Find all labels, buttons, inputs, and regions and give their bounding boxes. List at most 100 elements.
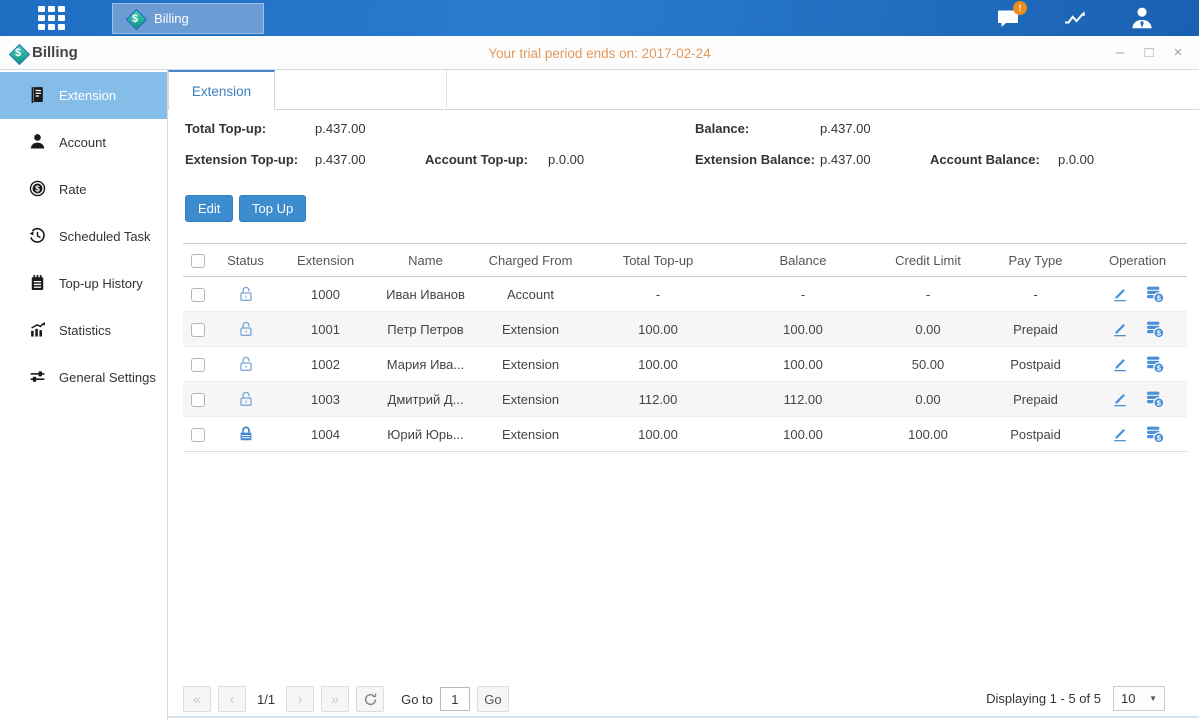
cell-charged-from: Extension xyxy=(478,347,583,382)
cell-charged-from: Account xyxy=(478,277,583,312)
col-pay-type: Pay Type xyxy=(983,244,1088,277)
apps-grid-icon[interactable] xyxy=(38,6,68,31)
user-account-icon[interactable] xyxy=(1125,4,1159,32)
cell-pay-type: - xyxy=(983,277,1088,312)
top-up-row-icon[interactable]: $ xyxy=(1145,284,1165,304)
displaying-label: Displaying 1 - 5 of 5 xyxy=(986,691,1101,706)
top-navigation-bar: $ Billing ! xyxy=(0,0,1199,36)
billing-app-window: $ Billing ! $ Billing Your trial period … xyxy=(0,0,1199,720)
cell-balance: 112.00 xyxy=(733,382,873,417)
cell-charged-from: Extension xyxy=(478,417,583,452)
window-title-bar: $ Billing Your trial period ends on: 201… xyxy=(0,36,1199,70)
top-up-row-icon[interactable]: $ xyxy=(1145,319,1165,339)
cell-credit-limit: 0.00 xyxy=(873,312,983,347)
sidebar-item-extension[interactable]: Extension xyxy=(0,72,167,119)
cell-pay-type: Prepaid xyxy=(983,312,1088,347)
taskbar-tab-billing[interactable]: $ Billing xyxy=(112,3,264,34)
edit-button[interactable]: Edit xyxy=(185,195,233,222)
cell-extension: 1000 xyxy=(278,277,373,312)
extension-topup-value: p.437.00 xyxy=(315,152,366,167)
tab-strip: Extension xyxy=(168,70,1199,110)
cell-total-topup: 100.00 xyxy=(583,312,733,347)
minimize-button[interactable]: – xyxy=(1113,43,1127,63)
sidebar-item-rate[interactable]: $ Rate xyxy=(0,166,167,213)
cell-total-topup: - xyxy=(583,277,733,312)
edit-row-icon[interactable] xyxy=(1111,390,1129,408)
lock-closed-icon[interactable] xyxy=(237,425,255,443)
select-all-checkbox[interactable] xyxy=(191,254,205,268)
extension-table-body: 1000 Иван Иванов Account - - - - $ xyxy=(183,277,1187,452)
cell-credit-limit: 0.00 xyxy=(873,382,983,417)
sidebar-item-general-settings[interactable]: General Settings xyxy=(0,354,167,401)
sidebar-item-statistics[interactable]: Statistics xyxy=(0,307,167,354)
row-checkbox[interactable] xyxy=(191,393,205,407)
messages-icon[interactable]: ! xyxy=(991,4,1025,32)
sidebar-item-label: Extension xyxy=(59,88,116,103)
sidebar-item-label: Statistics xyxy=(59,323,111,338)
maximize-button[interactable]: □ xyxy=(1142,43,1156,63)
col-charged-from: Charged From xyxy=(478,244,583,277)
account-topup-value: p.0.00 xyxy=(548,152,584,167)
cell-credit-limit: 100.00 xyxy=(873,417,983,452)
top-up-row-icon[interactable]: $ xyxy=(1145,424,1165,444)
top-up-button[interactable]: Top Up xyxy=(239,195,306,222)
cell-credit-limit: 50.00 xyxy=(873,347,983,382)
notification-badge: ! xyxy=(1013,1,1027,15)
row-checkbox[interactable] xyxy=(191,428,205,442)
row-checkbox[interactable] xyxy=(191,323,205,337)
lock-open-icon[interactable] xyxy=(237,355,255,373)
cell-extension: 1003 xyxy=(278,382,373,417)
edit-row-icon[interactable] xyxy=(1111,285,1129,303)
lock-open-icon[interactable] xyxy=(237,285,255,303)
sidebar-item-topup-history[interactable]: Top-up History xyxy=(0,260,167,307)
reports-chart-icon[interactable] xyxy=(1058,4,1092,32)
top-up-row-icon[interactable]: $ xyxy=(1145,354,1165,374)
goto-page-input[interactable] xyxy=(440,687,470,711)
row-checkbox[interactable] xyxy=(191,288,205,302)
sidebar: Extension Account $ Rate Scheduled Task … xyxy=(0,70,168,720)
top-up-row-icon[interactable]: $ xyxy=(1145,389,1165,409)
edit-row-icon[interactable] xyxy=(1111,355,1129,373)
person-icon xyxy=(29,133,46,153)
main-content: Extension Total Top-up: p.437.00 Balance… xyxy=(168,70,1199,720)
table-row: 1003 Дмитрий Д... Extension 112.00 112.0… xyxy=(183,382,1187,417)
svg-text:$: $ xyxy=(35,183,40,193)
col-extension: Extension xyxy=(278,244,373,277)
sidebar-item-scheduled-task[interactable]: Scheduled Task xyxy=(0,213,167,260)
sidebar-item-account[interactable]: Account xyxy=(0,119,167,166)
account-balance-label: Account Balance: xyxy=(930,152,1040,167)
extension-balance-value: p.437.00 xyxy=(820,152,871,167)
dollar-coin-icon: $ xyxy=(29,180,46,200)
next-page-button[interactable]: › xyxy=(286,686,314,712)
row-checkbox[interactable] xyxy=(191,358,205,372)
prev-page-button[interactable]: ‹ xyxy=(218,686,246,712)
billing-window-icon: $ xyxy=(8,43,28,63)
cell-name: Иван Иванов xyxy=(373,277,478,312)
table-header-row: Status Extension Name Charged From Total… xyxy=(183,244,1187,277)
cell-balance: 100.00 xyxy=(733,312,873,347)
tab-strip-rest xyxy=(447,70,1199,110)
sidebar-item-label: Scheduled Task xyxy=(59,229,151,244)
lock-open-icon[interactable] xyxy=(237,390,255,408)
close-button[interactable]: × xyxy=(1171,43,1185,63)
edit-row-icon[interactable] xyxy=(1111,425,1129,443)
bar-chart-icon xyxy=(29,321,46,341)
goto-label: Go to xyxy=(401,692,433,707)
lock-open-icon[interactable] xyxy=(237,320,255,338)
edit-row-icon[interactable] xyxy=(1111,320,1129,338)
cell-balance: 100.00 xyxy=(733,347,873,382)
page-size-select[interactable]: 10 ▼ xyxy=(1113,686,1165,711)
go-button[interactable]: Go xyxy=(477,686,509,712)
col-total-topup: Total Top-up xyxy=(583,244,733,277)
refresh-button[interactable] xyxy=(356,686,384,712)
last-page-button[interactable]: » xyxy=(321,686,349,712)
cell-pay-type: Postpaid xyxy=(983,347,1088,382)
tab-strip-spacer xyxy=(275,70,447,110)
balance-label: Balance: xyxy=(695,121,749,136)
first-page-button[interactable]: « xyxy=(183,686,211,712)
cell-extension: 1002 xyxy=(278,347,373,382)
sliders-icon xyxy=(29,368,46,388)
cell-name: Дмитрий Д... xyxy=(373,382,478,417)
tab-extension[interactable]: Extension xyxy=(168,70,275,110)
cell-name: Юрий Юрь... xyxy=(373,417,478,452)
